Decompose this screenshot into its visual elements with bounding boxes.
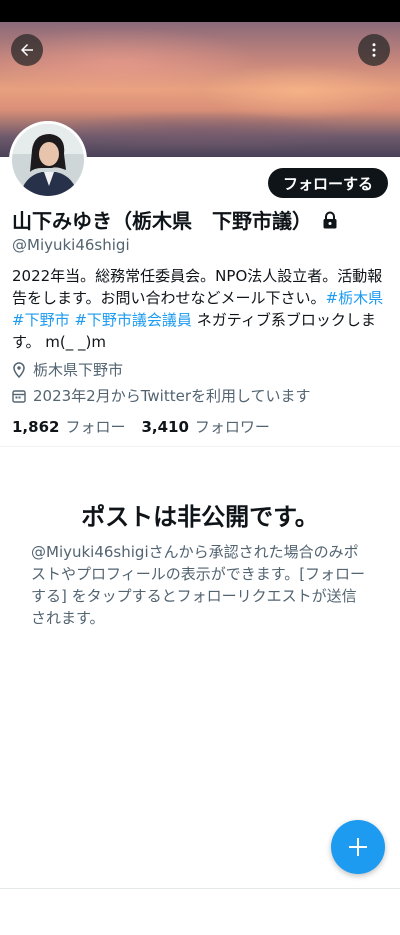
private-notice-description: @Miyuki46shigiさんから承認された場合のみポストやプロフィールの表示… xyxy=(31,543,366,627)
location-text: 栃木県下野市 xyxy=(33,361,124,379)
location-row: 栃木県下野市 xyxy=(12,359,123,380)
hashtag-link[interactable]: #栃木県 xyxy=(326,289,384,307)
followers-label: フォロワー xyxy=(194,418,270,436)
handle: @Miyuki46shigi xyxy=(12,236,130,254)
arrow-left-icon xyxy=(21,44,33,56)
more-vertical-icon xyxy=(372,43,376,57)
name-row: 山下みゆき（栃木県 下野市議） xyxy=(12,205,338,234)
compose-button[interactable] xyxy=(331,820,385,874)
more-options-button[interactable] xyxy=(358,34,390,66)
following-link[interactable]: 1,862 フォロー xyxy=(12,416,125,437)
followers-link[interactable]: 3,410 フォロワー xyxy=(141,416,269,437)
follow-button[interactable]: フォローする xyxy=(268,168,388,198)
status-bar xyxy=(0,0,400,22)
joined-row: 2023年2月からTwitterを利用しています xyxy=(12,385,311,406)
location-pin-icon xyxy=(13,361,25,378)
followers-count: 3,410 xyxy=(141,418,189,436)
bio: 2022年当。総務常任委員会。NPO法人設立者。活動報告をします。お問い合わせな… xyxy=(12,265,384,353)
hashtag-link[interactable]: #下野市 xyxy=(12,311,70,329)
display-name: 山下みゆき（栃木県 下野市議） xyxy=(12,209,312,233)
joined-text: 2023年2月からTwitterを利用しています xyxy=(33,387,311,405)
bottom-divider xyxy=(0,888,400,889)
private-notice-title: ポストは非公開です。 xyxy=(81,503,319,531)
follow-counts: 1,862 フォロー 3,410 フォロワー xyxy=(12,416,270,437)
hashtag-link[interactable]: #下野市議会議員 xyxy=(74,311,192,329)
back-button[interactable] xyxy=(11,34,43,66)
following-count: 1,862 xyxy=(12,418,60,436)
divider xyxy=(0,446,400,447)
avatar[interactable] xyxy=(9,121,87,199)
lock-icon xyxy=(322,211,338,229)
plus-icon xyxy=(349,838,367,856)
avatar-photo xyxy=(12,124,84,196)
calendar-icon xyxy=(12,389,26,403)
following-label: フォロー xyxy=(65,418,126,436)
